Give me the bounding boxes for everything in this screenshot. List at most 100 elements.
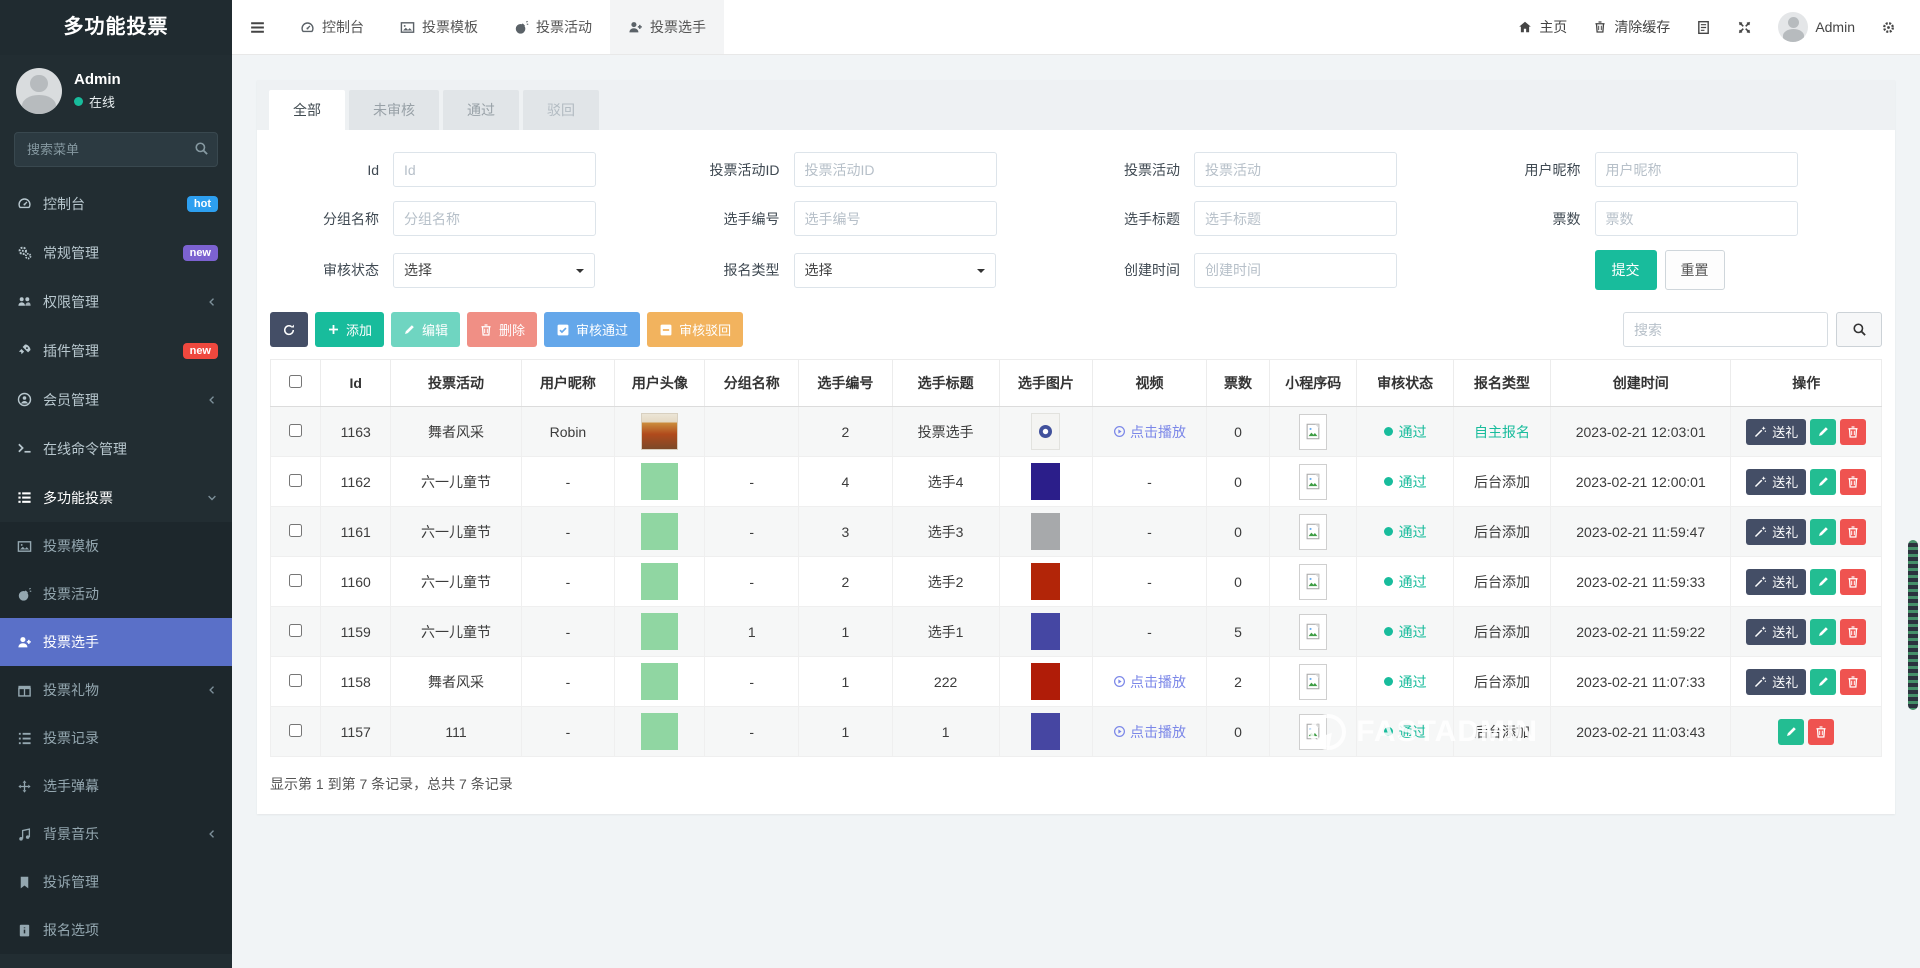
- user-avatar-image[interactable]: [641, 413, 678, 450]
- edit-row-button[interactable]: [1810, 419, 1836, 445]
- approve-button[interactable]: 审核通过: [544, 312, 640, 347]
- edit-row-button[interactable]: [1810, 669, 1836, 695]
- delete-button[interactable]: 删除: [467, 312, 537, 347]
- sidebar-subitem-music[interactable]: 背景音乐: [0, 810, 232, 858]
- user-avatar-image[interactable]: [641, 563, 678, 600]
- sidebar-subitem-danmaku[interactable]: 选手弹幕: [0, 762, 232, 810]
- refresh-button[interactable]: [270, 312, 308, 347]
- sidebar-item-terminal[interactable]: 在线命令管理: [0, 424, 232, 473]
- nav-tab-activity[interactable]: 投票活动: [496, 0, 610, 54]
- sidebar-subitem-activity[interactable]: 投票活动: [0, 570, 232, 618]
- status-select[interactable]: 选择: [393, 253, 595, 288]
- row-checkbox[interactable]: [289, 674, 302, 687]
- player-image[interactable]: [1031, 613, 1060, 650]
- qrcode-broken-image-icon[interactable]: [1299, 564, 1327, 600]
- delete-row-button[interactable]: [1808, 719, 1834, 745]
- fullscreen-button[interactable]: [1737, 20, 1752, 35]
- delete-row-button[interactable]: [1840, 419, 1866, 445]
- menu-search-input[interactable]: [14, 132, 218, 167]
- delete-row-button[interactable]: [1840, 619, 1866, 645]
- select-all-checkbox[interactable]: [289, 375, 302, 388]
- sidebar-subitem-complaint[interactable]: 投诉管理: [0, 858, 232, 906]
- row-checkbox[interactable]: [289, 724, 302, 737]
- sidebar-item-rocket[interactable]: 插件管理new: [0, 326, 232, 375]
- row-checkbox[interactable]: [289, 624, 302, 637]
- qrcode-broken-image-icon[interactable]: [1299, 664, 1327, 700]
- filter-tab-3[interactable]: 驳回: [523, 90, 599, 130]
- delete-row-button[interactable]: [1840, 569, 1866, 595]
- video-play-link[interactable]: 点击播放: [1113, 722, 1186, 742]
- user-avatar-image[interactable]: [641, 513, 678, 550]
- row-checkbox[interactable]: [289, 424, 302, 437]
- qrcode-broken-image-icon[interactable]: [1299, 464, 1327, 500]
- id-field[interactable]: [393, 152, 596, 187]
- table-search-button[interactable]: [1836, 312, 1882, 347]
- votes-field[interactable]: [1595, 201, 1798, 236]
- reject-button[interactable]: 审核驳回: [647, 312, 743, 347]
- language-button[interactable]: [1696, 20, 1711, 35]
- row-checkbox[interactable]: [289, 474, 302, 487]
- title-field[interactable]: [1194, 201, 1397, 236]
- gift-button[interactable]: 送礼: [1746, 569, 1806, 595]
- player-image[interactable]: [1031, 413, 1060, 450]
- group-field[interactable]: [393, 201, 596, 236]
- created-field[interactable]: [1194, 253, 1397, 288]
- edit-row-button[interactable]: [1810, 469, 1836, 495]
- qrcode-broken-image-icon[interactable]: [1299, 614, 1327, 650]
- user-menu[interactable]: Admin: [1778, 12, 1855, 42]
- add-button[interactable]: 添加: [315, 312, 384, 347]
- sidebar-item-gears[interactable]: 常规管理new: [0, 228, 232, 277]
- gift-button[interactable]: 送礼: [1746, 619, 1806, 645]
- sidebar-item-list[interactable]: 多功能投票: [0, 473, 232, 522]
- nav-tab-template[interactable]: 投票模板: [382, 0, 496, 54]
- edit-row-button[interactable]: [1810, 519, 1836, 545]
- user-avatar-image[interactable]: [641, 713, 678, 750]
- nav-tab-player[interactable]: 投票选手: [610, 0, 724, 54]
- sidebar-item-users[interactable]: 权限管理: [0, 277, 232, 326]
- delete-row-button[interactable]: [1840, 519, 1866, 545]
- gift-button[interactable]: 送礼: [1746, 519, 1806, 545]
- hamburger-icon[interactable]: [232, 0, 282, 54]
- nickname-field[interactable]: [1595, 152, 1798, 187]
- player-image[interactable]: [1031, 663, 1060, 700]
- sidebar-subitem-signup[interactable]: 报名选项: [0, 906, 232, 954]
- home-link[interactable]: 主页: [1518, 17, 1567, 37]
- filter-tab-1[interactable]: 未审核: [349, 90, 439, 130]
- video-play-link[interactable]: 点击播放: [1113, 422, 1186, 442]
- reset-button[interactable]: 重置: [1665, 250, 1725, 290]
- qrcode-broken-image-icon[interactable]: [1299, 514, 1327, 550]
- delete-row-button[interactable]: [1840, 469, 1866, 495]
- search-icon[interactable]: [194, 141, 209, 159]
- gift-button[interactable]: 送礼: [1746, 469, 1806, 495]
- sidebar-item-dashboard[interactable]: 控制台hot: [0, 179, 232, 228]
- user-avatar-image[interactable]: [641, 463, 678, 500]
- submit-button[interactable]: 提交: [1595, 250, 1657, 290]
- qrcode-broken-image-icon[interactable]: [1299, 714, 1327, 750]
- video-play-link[interactable]: 点击播放: [1113, 672, 1186, 692]
- clear-cache-link[interactable]: 清除缓存: [1593, 17, 1670, 37]
- filter-tab-0[interactable]: 全部: [269, 90, 345, 130]
- row-checkbox[interactable]: [289, 574, 302, 587]
- filter-tab-2[interactable]: 通过: [443, 90, 519, 130]
- scrollbar-thumb[interactable]: [1908, 540, 1918, 710]
- edit-button[interactable]: 编辑: [391, 312, 460, 347]
- table-search-input[interactable]: [1623, 312, 1828, 347]
- edit-row-button[interactable]: [1778, 719, 1804, 745]
- nav-tab-dashboard[interactable]: 控制台: [282, 0, 382, 54]
- player-image[interactable]: [1031, 713, 1060, 750]
- player-image[interactable]: [1031, 563, 1060, 600]
- gift-button[interactable]: 送礼: [1746, 669, 1806, 695]
- settings-button[interactable]: [1881, 20, 1896, 35]
- sidebar-subitem-player[interactable]: 投票选手: [0, 618, 232, 666]
- edit-row-button[interactable]: [1810, 619, 1836, 645]
- sidebar-subitem-records[interactable]: 投票记录: [0, 714, 232, 762]
- delete-row-button[interactable]: [1840, 669, 1866, 695]
- user-avatar-image[interactable]: [641, 613, 678, 650]
- type-select[interactable]: 选择: [794, 253, 996, 288]
- activity-field[interactable]: [1194, 152, 1397, 187]
- row-checkbox[interactable]: [289, 524, 302, 537]
- sidebar-subitem-gift[interactable]: 投票礼物: [0, 666, 232, 714]
- qrcode-broken-image-icon[interactable]: [1299, 414, 1327, 450]
- player-image[interactable]: [1031, 463, 1060, 500]
- gift-button[interactable]: 送礼: [1746, 419, 1806, 445]
